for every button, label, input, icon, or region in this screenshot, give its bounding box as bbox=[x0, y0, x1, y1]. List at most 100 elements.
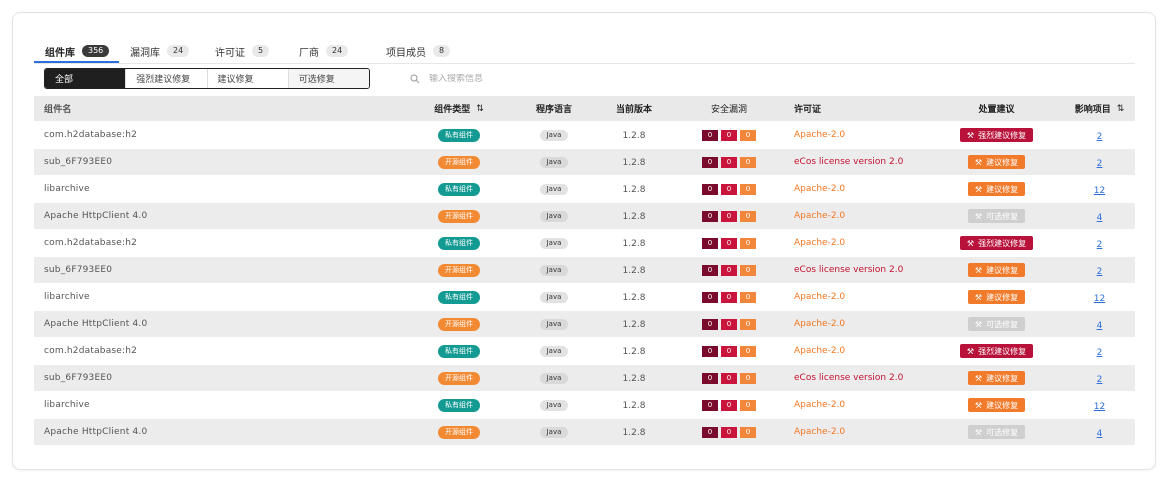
fix-advice-button[interactable]: ⚒ 强烈建议修复 bbox=[959, 344, 1034, 358]
table-row[interactable]: com.h2database:h2 私有组件 Java 1.2.8 0 0 0 Apache-… bbox=[34, 338, 1135, 364]
fix-advice-button[interactable]: ⚒ 强烈建议修复 bbox=[959, 236, 1034, 250]
table-row[interactable]: Apache HttpClient 4.0 开源组件 Java 1.2.8 0 0 0 Apa… bbox=[34, 419, 1135, 445]
component-name[interactable]: libarchive bbox=[34, 400, 404, 410]
fix-advice-button[interactable]: ⚒ 可选修复 bbox=[967, 209, 1026, 223]
component-name[interactable]: sub_6F793EE0 bbox=[34, 157, 404, 167]
filter-strong-fix[interactable]: 强烈建议修复 bbox=[125, 69, 206, 88]
medium-count: 0 bbox=[740, 426, 756, 438]
tab-count-badge: 8 bbox=[433, 45, 451, 57]
type-cell: 开源组件 bbox=[404, 425, 514, 439]
fix-advice-button[interactable]: ⚒ 建议修复 bbox=[967, 371, 1026, 385]
fix-advice-button[interactable]: ⚒ 可选修复 bbox=[967, 425, 1026, 439]
fix-advice-button[interactable]: ⚒ 建议修复 bbox=[967, 155, 1026, 169]
table-row[interactable]: sub_6F793EE0 开源组件 Java 1.2.8 0 0 0 eCos license… bbox=[34, 257, 1135, 283]
table-row[interactable]: com.h2database:h2 私有组件 Java 1.2.8 0 0 0 Apache-… bbox=[34, 122, 1135, 148]
language-badge: Java bbox=[539, 183, 569, 195]
language-badge: Java bbox=[539, 426, 569, 438]
affected-projects-link[interactable]: 2 bbox=[1097, 372, 1103, 385]
critical-count: 0 bbox=[702, 318, 718, 330]
affected-projects-link[interactable]: 12 bbox=[1094, 291, 1105, 304]
critical-count: 0 bbox=[702, 426, 718, 438]
affected-projects-link[interactable]: 4 bbox=[1097, 318, 1103, 331]
advice-cell: ⚒ 建议修复 bbox=[929, 398, 1064, 412]
language-cell: Java bbox=[514, 183, 594, 195]
search-input[interactable] bbox=[429, 74, 609, 84]
header-license: 许可证 bbox=[794, 105, 822, 115]
tab-components[interactable]: 组件库 356 bbox=[45, 41, 110, 61]
filter-optional-fix[interactable]: 可选修复 bbox=[287, 69, 369, 88]
affected-projects-link[interactable]: 2 bbox=[1097, 156, 1103, 169]
component-name[interactable]: sub_6F793EE0 bbox=[34, 265, 404, 275]
fix-advice-button[interactable]: ⚒ 建议修复 bbox=[967, 398, 1026, 412]
component-name[interactable]: com.h2database:h2 bbox=[34, 238, 404, 248]
table-row[interactable]: sub_6F793EE0 开源组件 Java 1.2.8 0 0 0 eCos license… bbox=[34, 149, 1135, 175]
language-badge: Java bbox=[539, 372, 569, 384]
sort-icon[interactable]: ⇅ bbox=[476, 104, 484, 114]
fix-advice-button[interactable]: ⚒ 建议修复 bbox=[967, 182, 1026, 196]
table-row[interactable]: libarchive 私有组件 Java 1.2.8 0 0 0 Apache-2.0 ⚒ 建议修… bbox=[34, 284, 1135, 310]
affected-projects-link[interactable]: 2 bbox=[1097, 129, 1103, 142]
component-name[interactable]: Apache HttpClient 4.0 bbox=[34, 427, 404, 437]
affected-projects-link[interactable]: 4 bbox=[1097, 210, 1103, 223]
affected-projects-link[interactable]: 12 bbox=[1094, 183, 1105, 196]
critical-count: 0 bbox=[702, 156, 718, 168]
active-tab-indicator bbox=[34, 61, 119, 63]
tab-vulnerabilities[interactable]: 漏洞库 24 bbox=[130, 41, 190, 61]
wrench-icon: ⚒ bbox=[974, 427, 983, 437]
header-type[interactable]: 组件类型 ⇅ bbox=[404, 102, 514, 116]
table-header: 组件名 组件类型 ⇅ 程序语言 当前版本 安全漏洞 许可证 处置建议 影响项目 … bbox=[34, 96, 1135, 121]
affected-projects-link[interactable]: 2 bbox=[1097, 345, 1103, 358]
tab-label: 厂商 bbox=[299, 47, 319, 59]
tab-licenses[interactable]: 许可证 5 bbox=[215, 41, 270, 61]
version-cell: 1.2.8 bbox=[594, 237, 674, 249]
tab-vendors[interactable]: 厂商 24 bbox=[299, 41, 349, 61]
tab-count-badge: 5 bbox=[252, 45, 270, 57]
medium-count: 0 bbox=[740, 264, 756, 276]
table-row[interactable]: Apache HttpClient 4.0 开源组件 Java 1.2.8 0 0 0 Apa… bbox=[34, 311, 1135, 337]
component-name[interactable]: sub_6F793EE0 bbox=[34, 373, 404, 383]
language-cell: Java bbox=[514, 129, 594, 141]
affected-projects-link[interactable]: 2 bbox=[1097, 264, 1103, 277]
filter-suggest-fix[interactable]: 建议修复 bbox=[206, 69, 288, 88]
high-count: 0 bbox=[721, 264, 737, 276]
fix-advice-button[interactable]: ⚒ 建议修复 bbox=[967, 263, 1026, 277]
fix-advice-label: 建议修复 bbox=[986, 373, 1019, 383]
fix-advice-button[interactable]: ⚒ 建议修复 bbox=[967, 290, 1026, 304]
license-cell: Apache-2.0 bbox=[784, 130, 929, 140]
component-name[interactable]: libarchive bbox=[34, 292, 404, 302]
fix-advice-button[interactable]: ⚒ 强烈建议修复 bbox=[959, 128, 1034, 142]
component-name[interactable]: com.h2database:h2 bbox=[34, 346, 404, 356]
table-row[interactable]: sub_6F793EE0 开源组件 Java 1.2.8 0 0 0 eCos license… bbox=[34, 365, 1135, 391]
component-name[interactable]: com.h2database:h2 bbox=[34, 130, 404, 140]
affected-projects-link[interactable]: 2 bbox=[1097, 237, 1103, 250]
type-cell: 开源组件 bbox=[404, 263, 514, 277]
medium-count: 0 bbox=[740, 399, 756, 411]
table-row[interactable]: libarchive 私有组件 Java 1.2.8 0 0 0 Apache-2.0 ⚒ 建议修… bbox=[34, 392, 1135, 418]
filter-all[interactable]: 全部 bbox=[45, 69, 126, 88]
component-name[interactable]: libarchive bbox=[34, 184, 404, 194]
component-name[interactable]: Apache HttpClient 4.0 bbox=[34, 211, 404, 221]
language-badge: Java bbox=[539, 264, 569, 276]
projects-cell: 4 bbox=[1064, 318, 1135, 331]
license-cell: Apache-2.0 bbox=[784, 184, 929, 194]
sort-icon[interactable]: ⇅ bbox=[1117, 104, 1125, 114]
license-name: Apache-2.0 bbox=[794, 427, 846, 437]
fix-advice-button[interactable]: ⚒ 可选修复 bbox=[967, 317, 1026, 331]
table-row[interactable]: libarchive 私有组件 Java 1.2.8 0 0 0 Apache-2.0 ⚒ 建议修… bbox=[34, 176, 1135, 202]
header-projects[interactable]: 影响项目 ⇅ bbox=[1064, 102, 1135, 116]
high-count: 0 bbox=[721, 372, 737, 384]
vulnerability-counts: 000 bbox=[674, 129, 784, 141]
vulnerability-counts: 000 bbox=[674, 318, 784, 330]
type-cell: 开源组件 bbox=[404, 155, 514, 169]
high-count: 0 bbox=[721, 156, 737, 168]
current-version: 1.2.8 bbox=[622, 401, 646, 411]
table-row[interactable]: com.h2database:h2 私有组件 Java 1.2.8 0 0 0 Apache-… bbox=[34, 230, 1135, 256]
component-name[interactable]: Apache HttpClient 4.0 bbox=[34, 319, 404, 329]
license-name: Apache-2.0 bbox=[794, 400, 846, 410]
table-row[interactable]: Apache HttpClient 4.0 开源组件 Java 1.2.8 0 0 0 Apa… bbox=[34, 203, 1135, 229]
tab-project-members[interactable]: 项目成员 8 bbox=[386, 41, 451, 61]
language-cell: Java bbox=[514, 372, 594, 384]
affected-projects-link[interactable]: 12 bbox=[1094, 399, 1105, 412]
affected-projects-link[interactable]: 4 bbox=[1097, 426, 1103, 439]
search-box bbox=[410, 71, 609, 87]
